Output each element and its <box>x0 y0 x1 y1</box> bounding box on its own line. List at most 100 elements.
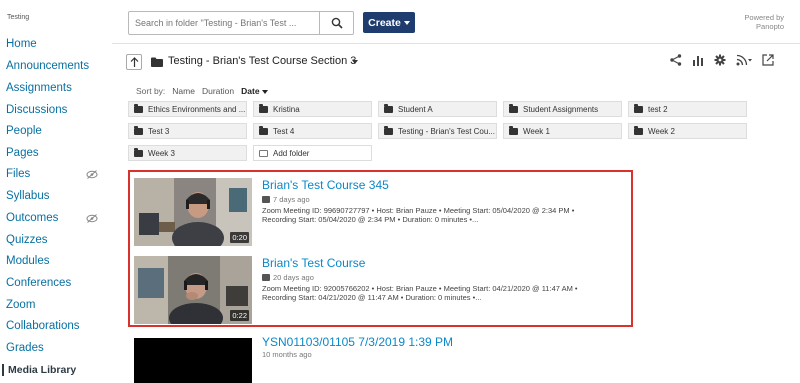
add-folder-label: Add folder <box>273 148 310 158</box>
external-link-icon <box>762 54 774 66</box>
session-age-text: 10 months ago <box>262 350 312 359</box>
subfolder-name: Student A <box>398 104 433 114</box>
course-breadcrumb[interactable]: Testing <box>7 14 29 21</box>
stats-button[interactable] <box>692 54 704 66</box>
session-title[interactable]: YSN01103/01105 7/3/2019 1:39 PM <box>262 335 453 349</box>
folder-icon <box>384 125 393 135</box>
sort-by-name[interactable]: Name <box>172 86 195 96</box>
nav-discussions[interactable]: Discussions <box>6 104 67 116</box>
nav-people[interactable]: People <box>6 125 42 137</box>
arrow-up-icon <box>130 57 138 67</box>
subfolder-name: Week 3 <box>148 148 175 158</box>
session-row: 0:20 Brian's Test Course 345 7 days ago … <box>134 178 624 248</box>
parent-folder-button[interactable] <box>126 54 142 70</box>
subfolder-name: Week 1 <box>523 126 550 136</box>
subfolder-tile[interactable]: Student Assignments <box>503 101 622 117</box>
settings-button[interactable] <box>714 54 726 66</box>
session-title[interactable]: Brian's Test Course 345 <box>262 178 389 192</box>
gear-icon <box>714 54 726 66</box>
nav-assignments[interactable]: Assignments <box>6 82 72 94</box>
media-library-panel: Create Powered by Panopto Testing - Bria… <box>112 0 800 383</box>
session-row: 0:22 Brian's Test Course 20 days ago Zoo… <box>134 256 624 326</box>
session-age-text: 7 days ago <box>273 195 310 204</box>
nav-media-library[interactable]: Media Library <box>2 364 76 376</box>
folder-icon <box>134 125 143 135</box>
powered-by: Powered by Panopto <box>744 13 784 31</box>
open-new-window-button[interactable] <box>762 54 774 66</box>
calendar-icon <box>262 274 270 281</box>
calendar-icon <box>262 196 270 203</box>
nav-collaborations[interactable]: Collaborations <box>6 320 80 332</box>
nav-grades[interactable]: Grades <box>6 342 44 354</box>
sort-desc-icon <box>261 90 268 94</box>
session-title[interactable]: Brian's Test Course <box>262 256 365 270</box>
session-thumbnail[interactable]: 0:20 <box>134 178 252 246</box>
session-date: 20 days ago <box>262 273 314 282</box>
subfolder-name: Kristina <box>273 104 300 114</box>
folder-icon <box>384 103 393 113</box>
session-thumbnail[interactable]: 0:22 <box>134 256 252 324</box>
nav-syllabus[interactable]: Syllabus <box>6 190 49 202</box>
folder-menu-chevron-icon[interactable] <box>352 60 358 64</box>
course-navigation: Testing Home Announcements Assignments D… <box>0 0 112 383</box>
nav-announcements[interactable]: Announcements <box>6 60 89 72</box>
powered-by-text: Powered by <box>744 13 784 22</box>
session-thumbnail[interactable] <box>134 338 252 383</box>
subfolder-tile[interactable]: test 2 <box>628 101 747 117</box>
nav-home[interactable]: Home <box>6 38 37 50</box>
create-button[interactable]: Create <box>363 12 415 33</box>
subfolder-name: Test 4 <box>273 126 295 136</box>
subfolder-name: Testing - Brian's Test Cou... <box>398 126 495 136</box>
subfolder-tile[interactable]: Ethics Environments and ... <box>128 101 247 117</box>
folder-icon <box>509 125 518 135</box>
duration-badge: 0:22 <box>230 310 249 321</box>
nav-pages[interactable]: Pages <box>6 147 39 159</box>
session-description: Zoom Meeting ID: 99690727797 • Host: Bri… <box>262 206 575 224</box>
hidden-eye-icon <box>86 170 98 179</box>
bar-chart-icon <box>693 56 703 66</box>
subfolder-name: Ethics Environments and ... <box>148 104 246 114</box>
subfolder-tile[interactable]: Week 3 <box>128 145 247 161</box>
folder-icon <box>634 125 643 135</box>
search-input[interactable] <box>129 12 319 34</box>
nav-quizzes[interactable]: Quizzes <box>6 234 48 246</box>
nav-modules[interactable]: Modules <box>6 255 49 267</box>
subfolder-tile[interactable]: Test 4 <box>253 123 372 139</box>
subfolder-tile[interactable]: Kristina <box>253 101 372 117</box>
subfolder-tile[interactable]: Week 1 <box>503 123 622 139</box>
subfolder-name: test 2 <box>648 104 668 114</box>
nav-files[interactable]: Files <box>6 168 30 180</box>
folder-title: Testing - Brian's Test Course Section 3 <box>168 55 357 67</box>
folder-icon <box>634 103 643 113</box>
create-button-label: Create <box>368 16 401 29</box>
subfolder-name: Week 2 <box>648 126 675 136</box>
hidden-eye-icon <box>86 214 98 223</box>
add-folder-icon <box>259 149 268 157</box>
subfolder-tile[interactable]: Week 2 <box>628 123 747 139</box>
add-folder-button[interactable]: Add folder <box>253 145 372 161</box>
share-icon <box>670 54 682 66</box>
subfolder-tile[interactable]: Test 3 <box>128 123 247 139</box>
search-icon <box>331 17 343 29</box>
search-box <box>128 11 354 35</box>
rss-button[interactable] <box>736 54 752 66</box>
nav-outcomes[interactable]: Outcomes <box>6 212 58 224</box>
nav-conferences[interactable]: Conferences <box>6 277 71 289</box>
rss-icon <box>736 54 752 66</box>
session-age-text: 20 days ago <box>273 273 314 282</box>
share-button[interactable] <box>670 54 682 66</box>
duration-badge: 0:20 <box>230 232 249 243</box>
nav-zoom[interactable]: Zoom <box>6 299 35 311</box>
sort-by-date[interactable]: Date <box>241 86 268 96</box>
folder-icon <box>134 147 143 157</box>
subfolder-tile[interactable]: Testing - Brian's Test Cou... <box>378 123 497 139</box>
subfolder-tile[interactable]: Student A <box>378 101 497 117</box>
sort-by-duration[interactable]: Duration <box>202 86 234 96</box>
subfolder-name: Student Assignments <box>523 104 599 114</box>
chevron-down-icon <box>403 20 410 25</box>
folder-icon <box>259 103 268 113</box>
panopto-brand: Panopto <box>756 22 784 31</box>
folder-header: Testing - Brian's Test Course Section 3 <box>112 44 800 82</box>
sort-by-date-label: Date <box>241 86 260 96</box>
search-button[interactable] <box>319 12 353 34</box>
